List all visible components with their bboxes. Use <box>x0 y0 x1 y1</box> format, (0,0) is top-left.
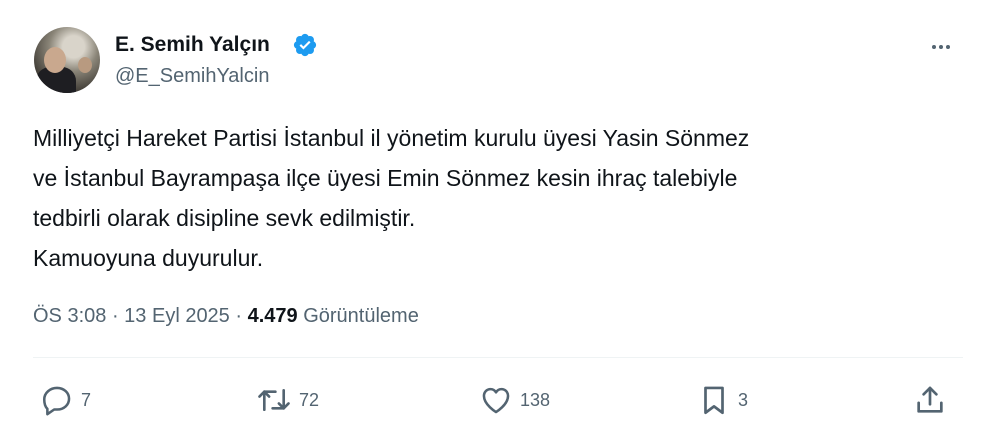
user-handle[interactable]: @E_SemihYalcin <box>115 63 269 89</box>
tweet-date[interactable]: 13 Eyl 2025 <box>124 305 230 327</box>
reply-icon <box>42 386 71 416</box>
meta-separator: · <box>229 305 248 327</box>
tweet-text-line: Milliyetçi Hareket Partisi İstanbul il y… <box>33 125 750 151</box>
tweet-card: E. Semih Yalçın @E_SemihYalcin Milliyetç… <box>0 0 990 445</box>
heart-icon <box>482 387 510 414</box>
avatar-face-secondary <box>78 57 92 73</box>
more-options-button[interactable] <box>922 28 960 66</box>
tweet-text-line: ve İstanbul Bayrampaşa ilçe üyesi Emin S… <box>33 165 738 191</box>
bookmark-button[interactable]: 3 <box>697 382 748 418</box>
share-button[interactable] <box>913 382 947 418</box>
avatar[interactable] <box>34 27 100 93</box>
share-icon <box>917 386 943 413</box>
tweet-text: Milliyetçi Hareket Partisi İstanbul il y… <box>33 118 963 278</box>
display-name[interactable]: E. Semih Yalçın <box>115 32 270 58</box>
retweet-count: 72 <box>299 389 320 410</box>
bookmark-count: 3 <box>738 389 749 410</box>
tweet-text-line: Kamuoyuna duyurulur. <box>33 245 264 271</box>
like-count: 138 <box>520 389 551 410</box>
retweet-button[interactable]: 72 <box>256 382 319 418</box>
meta-separator: · <box>106 305 125 327</box>
like-button[interactable]: 138 <box>479 382 550 418</box>
views-label: Görüntüleme <box>297 305 419 327</box>
tweet-meta: ÖS 3:08 · 13 Eyl 2025 · 4.479 Görüntülem… <box>33 302 419 330</box>
verified-badge-icon <box>293 33 317 57</box>
more-dots-icon <box>932 45 950 49</box>
reply-button[interactable]: 7 <box>40 382 91 418</box>
retweet-icon <box>258 388 290 412</box>
divider <box>33 357 963 358</box>
tweet-time[interactable]: ÖS 3:08 <box>33 305 106 327</box>
reply-count: 7 <box>81 389 92 410</box>
bookmark-icon <box>704 386 724 415</box>
tweet-text-line: tedbirli olarak disipline sevk edilmişti… <box>33 205 416 231</box>
views-count[interactable]: 4.479 <box>248 305 298 327</box>
avatar-face <box>44 47 66 73</box>
